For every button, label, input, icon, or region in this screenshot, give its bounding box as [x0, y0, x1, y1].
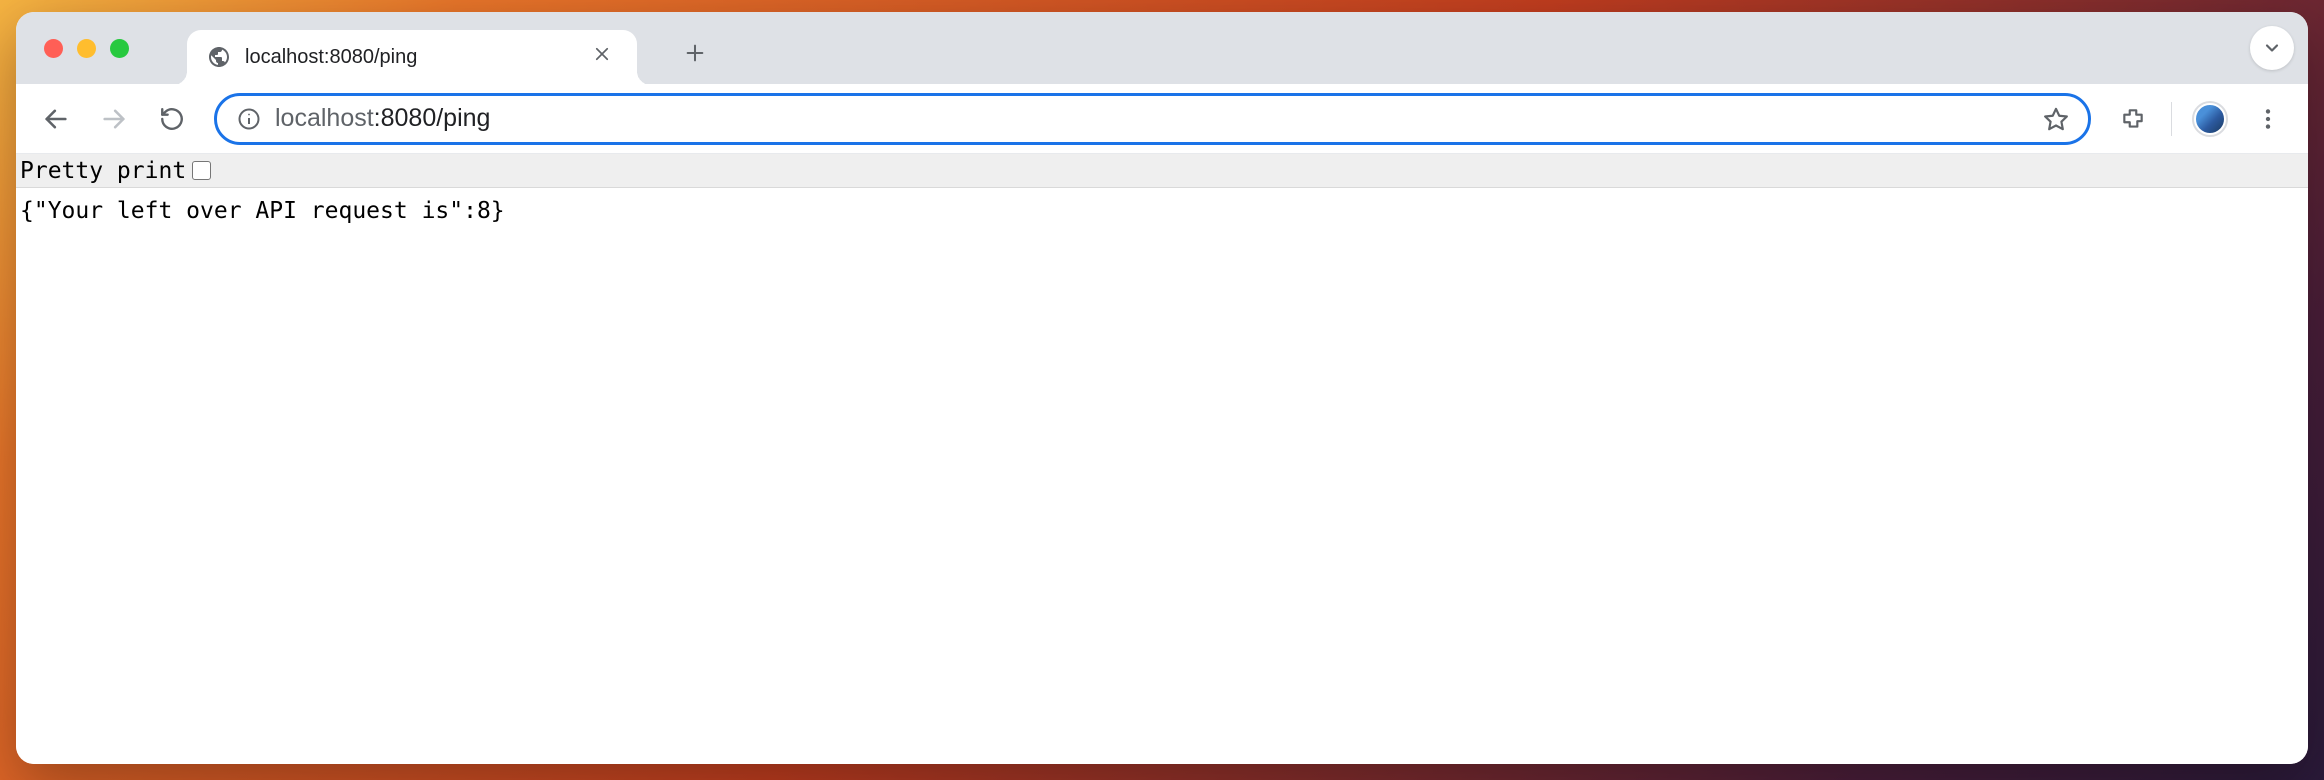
- tab-strip: localhost:8080/ping: [16, 12, 2308, 84]
- reload-button[interactable]: [146, 93, 198, 145]
- pretty-print-label: Pretty print: [20, 158, 186, 184]
- address-bar[interactable]: localhost:8080/ping: [214, 93, 2091, 145]
- bookmark-button[interactable]: [2034, 97, 2078, 141]
- url-path: :8080/ping: [374, 104, 491, 132]
- url-host: localhost: [275, 104, 374, 132]
- pretty-print-toggle[interactable]: Pretty print: [20, 158, 211, 184]
- window-maximize-button[interactable]: [110, 39, 129, 58]
- forward-button[interactable]: [88, 93, 140, 145]
- tab-search-button[interactable]: [2250, 26, 2294, 70]
- profile-button[interactable]: [2184, 93, 2236, 145]
- tab-title: localhost:8080/ping: [245, 46, 579, 69]
- browser-tab-active[interactable]: localhost:8080/ping: [187, 30, 637, 85]
- toolbar: localhost:8080/ping: [16, 84, 2308, 154]
- info-icon[interactable]: [237, 107, 261, 131]
- window-controls: [44, 39, 129, 58]
- toolbar-separator: [2171, 102, 2172, 136]
- page-content: Pretty print {"Your left over API reques…: [16, 154, 2308, 764]
- window-minimize-button[interactable]: [77, 39, 96, 58]
- menu-button[interactable]: [2242, 93, 2294, 145]
- extensions-button[interactable]: [2107, 93, 2159, 145]
- browser-window: localhost:8080/ping localhost:8080/ping: [16, 12, 2308, 764]
- globe-icon: [207, 45, 231, 69]
- pretty-print-checkbox[interactable]: [192, 161, 211, 180]
- pretty-print-bar: Pretty print: [16, 154, 2308, 188]
- close-icon[interactable]: [593, 45, 617, 69]
- new-tab-button[interactable]: [673, 31, 717, 75]
- back-button[interactable]: [30, 93, 82, 145]
- avatar: [2194, 103, 2226, 135]
- response-body: {"Your left over API request is":8}: [16, 188, 2308, 234]
- address-bar-text[interactable]: localhost:8080/ping: [275, 104, 2020, 133]
- window-close-button[interactable]: [44, 39, 63, 58]
